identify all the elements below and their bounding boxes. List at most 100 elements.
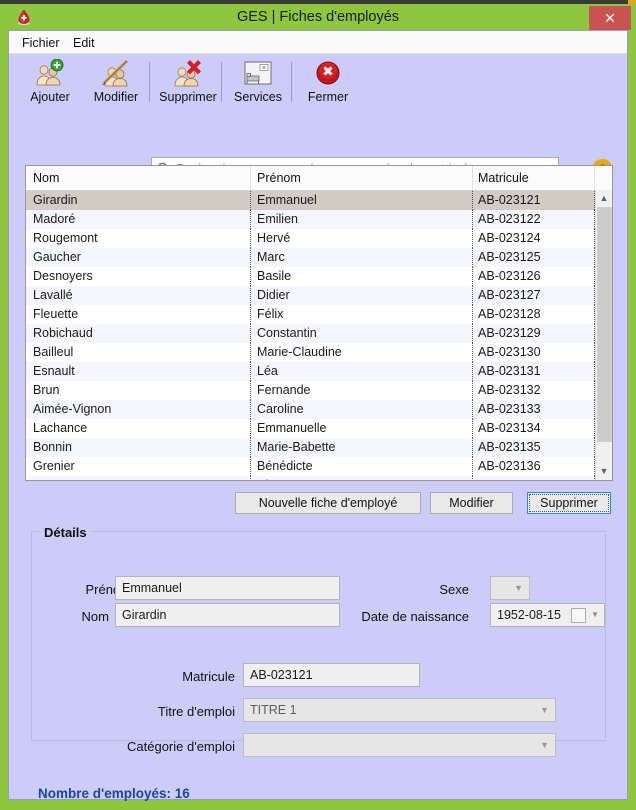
menu-item-fichier[interactable]: Fichier	[15, 34, 67, 52]
table-cell-matricule: AB-023121	[478, 193, 541, 207]
table-cell-nom: Gaucher	[33, 250, 81, 264]
table-row[interactable]: Robichaud Constantin AB-023129	[26, 324, 612, 343]
table-row[interactable]: Desnoyers Basile AB-023126	[26, 267, 612, 286]
table-cell-prenom: Emilien	[257, 212, 298, 226]
cell-divider	[472, 457, 473, 476]
chevron-down-icon: ▼	[540, 740, 549, 750]
toolbar-button-fermer[interactable]: Fermer	[295, 57, 361, 107]
table-row[interactable]: Fleuette Félix AB-023128	[26, 305, 612, 324]
table-row[interactable]: Bonnin Marie-Babette AB-023135	[26, 438, 612, 457]
date-naissance-field[interactable]: 1952-08-15 ▼	[490, 603, 605, 627]
toolbar-label-modifier: Modifier	[93, 90, 139, 104]
menu-bar: Fichier Edit	[9, 31, 627, 54]
cell-divider	[250, 400, 251, 419]
cell-divider	[250, 457, 251, 476]
table-cell-nom: A	[33, 476, 253, 480]
table-scrollbar[interactable]: ▲ ▼	[595, 190, 612, 480]
table-cell-matricule: AB-023130	[478, 345, 541, 359]
sexe-label: Sexe	[439, 582, 469, 597]
chevron-down-icon: ▼	[514, 583, 523, 593]
table-cell-nom: Aimée-Vignon	[33, 402, 112, 416]
new-employee-button[interactable]: Nouvelle fiche d'employé	[235, 492, 421, 514]
table-row[interactable]: Brun Fernande AB-023132	[26, 381, 612, 400]
table-cell-nom: Bailleul	[33, 345, 74, 359]
table-cell-prenom: Caroline	[257, 402, 304, 416]
table-row[interactable]: Aimée-Vignon Caroline AB-023133	[26, 400, 612, 419]
table-row[interactable]: Gaucher Marc AB-023125	[26, 248, 612, 267]
cell-divider	[250, 229, 251, 248]
nom-label: Nom	[81, 609, 109, 624]
scroll-down-icon[interactable]: ▼	[596, 463, 612, 480]
cell-divider	[472, 191, 473, 210]
table-cell-prenom: Marie-Claudine	[257, 345, 342, 359]
table-cell-prenom: Léa	[257, 364, 278, 378]
toolbar: Ajouter Modifier Supprimer Services Ferm…	[9, 54, 627, 108]
edit-employee-button[interactable]: Modifier	[430, 492, 513, 514]
cell-divider	[472, 248, 473, 267]
table-cell-matricule: AB-023125	[478, 250, 541, 264]
sexe-dropdown[interactable]: ▼	[490, 576, 530, 600]
toolbar-separator-1	[149, 62, 150, 102]
cell-divider	[472, 438, 473, 457]
table-cell-prenom: Emmanuelle	[257, 421, 327, 435]
cell-divider	[472, 362, 473, 381]
matricule-field[interactable]: AB-023121	[243, 663, 420, 687]
table-row[interactable]: Grenier Bénédicte AB-023136	[26, 457, 612, 476]
table-cell-matricule: AB-023134	[478, 421, 541, 435]
client-area: Fichier Edit Ajouter Modifier Supprimer …	[8, 30, 628, 801]
prenom-field[interactable]: Emmanuel	[115, 576, 340, 600]
toolbar-button-services[interactable]: Services	[225, 57, 291, 107]
cell-divider	[250, 343, 251, 362]
categorie-emploi-dropdown[interactable]: ▼	[243, 733, 556, 757]
toolbar-button-supprimer[interactable]: Supprimer	[155, 57, 221, 107]
table-row[interactable]: Esnault Léa AB-023131	[26, 362, 612, 381]
titre-emploi-dropdown[interactable]: TITRE 1 ▼	[243, 698, 556, 722]
nom-field[interactable]: Girardin	[115, 603, 340, 627]
user-edit-icon	[99, 59, 133, 89]
toolbar-separator-2	[221, 62, 222, 102]
categorie-emploi-label: Catégorie d'emploi	[127, 739, 235, 754]
table-row[interactable]: Lachance Emmanuelle AB-023134	[26, 419, 612, 438]
table-cell-nom: Bonnin	[33, 440, 72, 454]
table-cell-nom: Rougemont	[33, 231, 98, 245]
menu-item-edit[interactable]: Edit	[66, 34, 102, 52]
table-row[interactable]: Rougemont Hervé AB-023124	[26, 229, 612, 248]
cell-divider	[250, 476, 251, 480]
table-cell-prenom: Félix	[257, 307, 284, 321]
table-cell-matricule: AB-023124	[478, 231, 541, 245]
column-header-nom[interactable]: Nom	[33, 166, 59, 190]
delete-employee-button[interactable]: Supprimer	[527, 492, 611, 514]
cell-divider	[472, 210, 473, 229]
table-cell-nom: Grenier	[33, 459, 75, 473]
cell-divider	[472, 267, 473, 286]
table-cell-nom: Robichaud	[33, 326, 93, 340]
hospital-bed-icon	[241, 59, 275, 89]
table-header-row: Nom Prénom Matricule	[26, 166, 612, 191]
chevron-down-icon: ▼	[540, 705, 549, 715]
table-row[interactable]: A SiAB-023137	[26, 476, 612, 480]
column-header-matricule[interactable]: Matricule	[478, 166, 529, 190]
table-row[interactable]: Madoré Emilien AB-023122	[26, 210, 612, 229]
cell-divider	[472, 381, 473, 400]
table-row[interactable]: Girardin Emmanuel AB-023121	[26, 191, 612, 210]
table-cell-prenom: Constantin	[257, 326, 317, 340]
details-group-title: Détails	[39, 525, 92, 540]
table-cell-nom: Esnault	[33, 364, 75, 378]
cell-divider	[472, 476, 473, 480]
window-title: GES | Fiches d'employés	[236, 9, 400, 25]
close-button[interactable]: ✕	[589, 6, 631, 30]
scrollbar-thumb[interactable]	[597, 207, 612, 442]
table-cell-nom: Girardin	[33, 193, 78, 207]
table-row[interactable]: Lavallé Didier AB-023127	[26, 286, 612, 305]
cell-divider	[472, 343, 473, 362]
scroll-up-icon[interactable]: ▲	[596, 190, 612, 207]
toolbar-button-modifier[interactable]: Modifier	[83, 57, 149, 107]
cell-divider	[250, 419, 251, 438]
toolbar-button-ajouter[interactable]: Ajouter	[17, 57, 83, 107]
column-header-prenom[interactable]: Prénom	[257, 166, 301, 190]
table-cell-prenom: Didier	[257, 288, 290, 302]
toolbar-label-services: Services	[234, 90, 282, 104]
table-row[interactable]: Bailleul Marie-Claudine AB-023130	[26, 343, 612, 362]
table-body: Girardin Emmanuel AB-023121 Madoré Emilien AB…	[26, 191, 612, 480]
cell-divider	[472, 305, 473, 324]
